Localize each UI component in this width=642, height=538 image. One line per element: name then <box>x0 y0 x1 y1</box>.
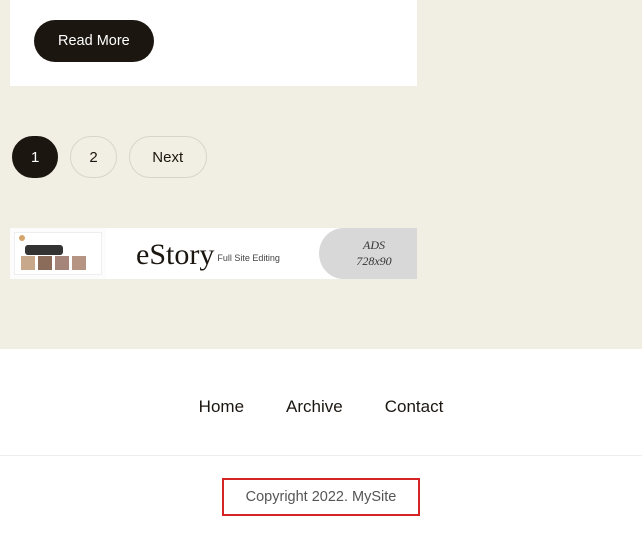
footer-link-home[interactable]: Home <box>199 397 244 417</box>
page-1-button[interactable]: 1 <box>12 136 58 178</box>
content-area: Read More 1 2 Next eStory Full Site Edit… <box>0 0 642 279</box>
footer-link-contact[interactable]: Contact <box>385 397 444 417</box>
ad-size-box: ADS 728x90 <box>319 228 417 279</box>
footer-nav: Home Archive Contact <box>0 349 642 456</box>
copyright-text: Copyright 2022. MySite <box>222 478 421 516</box>
ad-title: eStory <box>136 240 214 270</box>
ad-thumbnail <box>10 228 106 279</box>
page-next-button[interactable]: Next <box>129 136 207 178</box>
ad-subtitle: Full Site Editing <box>217 253 280 263</box>
page-2-button[interactable]: 2 <box>70 136 116 178</box>
post-card: Read More <box>10 0 417 86</box>
read-more-button[interactable]: Read More <box>34 20 154 62</box>
ad-label: ADS <box>363 238 385 254</box>
ad-size: 728x90 <box>356 254 391 270</box>
copyright-section: Copyright 2022. MySite <box>0 456 642 538</box>
footer: Home Archive Contact Copyright 2022. MyS… <box>0 349 642 538</box>
ad-banner[interactable]: eStory Full Site Editing ADS 728x90 <box>10 228 417 279</box>
footer-link-archive[interactable]: Archive <box>286 397 343 417</box>
pagination: 1 2 Next <box>10 136 632 178</box>
ad-center: eStory Full Site Editing <box>106 228 329 279</box>
